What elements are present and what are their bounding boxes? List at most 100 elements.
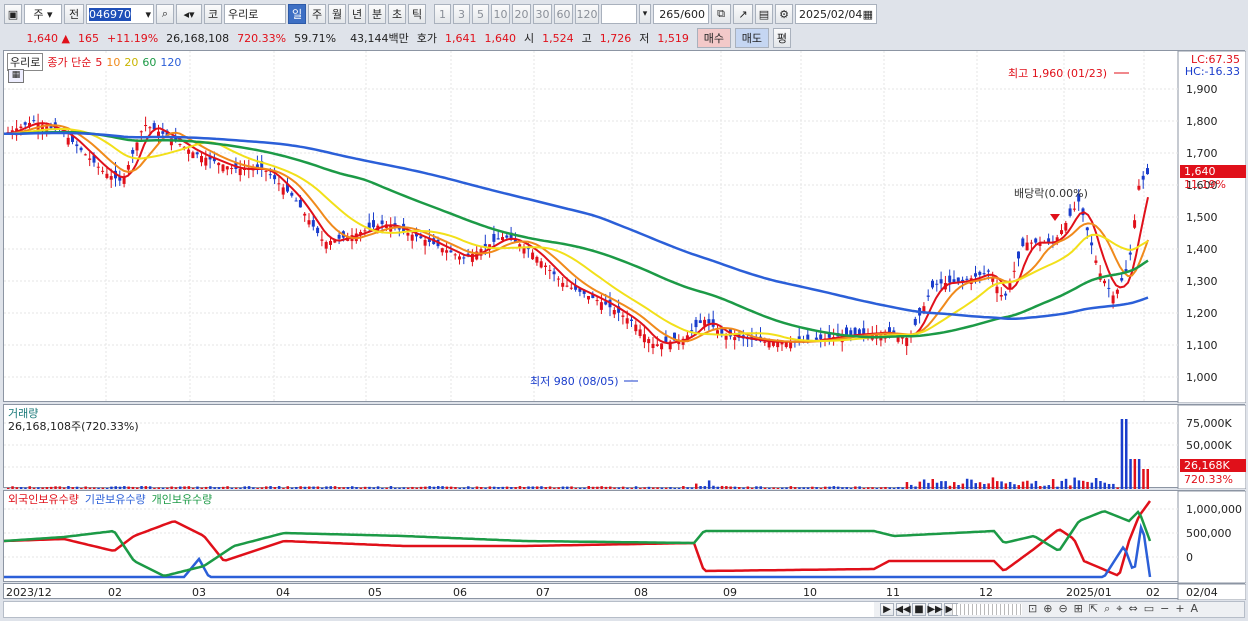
volume-bar bbox=[1030, 483, 1033, 489]
candle-body bbox=[544, 265, 547, 267]
volume-bar bbox=[759, 486, 762, 489]
market-select[interactable]: 주 ▾ bbox=[24, 4, 62, 24]
period-year-button[interactable]: 년 bbox=[348, 4, 366, 24]
institution-line bbox=[4, 522, 1152, 579]
quote-price: 1,640 ▲ bbox=[6, 32, 70, 45]
magnify-icon[interactable]: ⌕ bbox=[1104, 602, 1110, 616]
price-panel: 1,900 1,800 1,700 1,600 1,500 1,400 1,300 1,200… bbox=[3, 50, 1246, 403]
candle-body bbox=[410, 234, 414, 241]
jeon-button[interactable]: 전 bbox=[64, 4, 84, 24]
period-week-button[interactable]: 주 bbox=[308, 4, 326, 24]
volume-bar bbox=[1129, 459, 1132, 489]
volume-bar bbox=[1103, 482, 1106, 489]
volume-bar bbox=[385, 487, 388, 489]
candle-body bbox=[217, 162, 221, 166]
font-size-icon[interactable]: A bbox=[1191, 602, 1199, 616]
candle-body bbox=[144, 125, 148, 127]
candle-body bbox=[853, 327, 857, 335]
candle-body bbox=[1133, 220, 1137, 228]
zoom-slider[interactable] bbox=[952, 604, 1022, 615]
volume-bar bbox=[793, 487, 797, 489]
crosshair-icon[interactable]: ⌖ bbox=[1116, 602, 1122, 616]
interval-10-button[interactable]: 10 bbox=[491, 4, 510, 24]
volume-bar bbox=[183, 486, 186, 489]
draw-icon[interactable]: ↗ bbox=[733, 4, 753, 24]
interval-5-button[interactable]: 5 bbox=[472, 4, 489, 24]
table-icon[interactable]: ▦ bbox=[8, 69, 24, 83]
rewind-icon[interactable]: ◀◀ bbox=[895, 603, 911, 616]
interval-20-button[interactable]: 20 bbox=[512, 4, 531, 24]
ma5-line bbox=[4, 122, 1149, 345]
zoom-fit-icon[interactable]: ⊡ bbox=[1028, 602, 1037, 616]
search-icon[interactable]: ⌕ bbox=[156, 4, 174, 24]
period-tick-button[interactable]: 틱 bbox=[408, 4, 426, 24]
period-second-button[interactable]: 초 bbox=[388, 4, 406, 24]
period-day-button[interactable]: 일 bbox=[288, 4, 306, 24]
interval-60-button[interactable]: 60 bbox=[554, 4, 573, 24]
stock-name-field[interactable]: 우리로 bbox=[224, 4, 286, 24]
calendar-icon[interactable]: ▦ bbox=[863, 8, 873, 21]
volume-bar bbox=[1056, 486, 1059, 489]
code-input[interactable]: 046970 ▾ bbox=[86, 4, 154, 24]
interval-30-button[interactable]: 30 bbox=[533, 4, 552, 24]
interval-120-button[interactable]: 120 bbox=[575, 4, 599, 24]
minus-icon[interactable]: − bbox=[1160, 602, 1169, 616]
speaker-icon[interactable]: ◂▾ bbox=[176, 4, 202, 24]
candle-body bbox=[539, 261, 543, 268]
volume-bar bbox=[875, 487, 879, 489]
play-icon[interactable]: ▶ bbox=[880, 603, 894, 616]
plus-icon[interactable]: + bbox=[1175, 602, 1184, 616]
candle-body bbox=[372, 220, 375, 228]
save-icon[interactable]: ▤ bbox=[755, 4, 773, 24]
interval-3-button[interactable]: 3 bbox=[453, 4, 470, 24]
price-tick-label: 1,100 bbox=[1186, 339, 1218, 352]
open-label: 시 bbox=[524, 32, 535, 45]
count-input[interactable]: 265/600 bbox=[653, 4, 709, 24]
volume-bar bbox=[613, 487, 616, 489]
minimize-icon[interactable]: ▭ bbox=[1144, 602, 1154, 616]
volume-bar bbox=[983, 483, 986, 489]
volume-bar bbox=[845, 487, 848, 489]
volume-bar bbox=[11, 486, 14, 489]
volume-bar bbox=[1000, 481, 1003, 489]
sell-button[interactable]: 매도 bbox=[734, 28, 769, 48]
x-axis-label: 12 bbox=[979, 586, 993, 599]
zoom-in-icon[interactable]: ⊕ bbox=[1043, 602, 1052, 616]
volume-chart[interactable]: 75,000K50,000K25,000K26,168K720.33% bbox=[4, 405, 1246, 489]
volume-bar bbox=[531, 486, 535, 489]
volume-bar bbox=[54, 486, 57, 489]
volume-bar bbox=[1064, 478, 1068, 489]
scroll-track[interactable] bbox=[4, 602, 874, 617]
chevron-down-icon[interactable]: ▾ bbox=[639, 4, 651, 24]
ask-price: 1,641 bbox=[445, 31, 477, 45]
candle-body bbox=[83, 154, 87, 156]
volume-bar bbox=[888, 487, 891, 489]
date-input[interactable]: 2025/02/04 ▦ bbox=[795, 4, 877, 24]
volume-bar bbox=[1137, 459, 1141, 489]
period-month-button[interactable]: 월 bbox=[328, 4, 346, 24]
stop-icon[interactable]: ■ bbox=[912, 603, 926, 616]
arrows-icon[interactable]: ⇔ bbox=[1128, 602, 1137, 616]
candle-body bbox=[1111, 295, 1115, 304]
period-minute-button[interactable]: 분 bbox=[368, 4, 386, 24]
chart-scrollbar[interactable]: ▶ ◀◀ ■ ▶▶ ▶| ⊡ ⊕ ⊖ ⊞ ⇱ ⌕ ⌖ ⇔ ▭ − + A bbox=[3, 601, 1245, 618]
zoom-out-icon[interactable]: ⊖ bbox=[1058, 602, 1067, 616]
buy-button[interactable]: 매수 bbox=[696, 28, 731, 48]
x-axis-label: 09 bbox=[723, 586, 737, 599]
eval-button[interactable]: 평 bbox=[772, 28, 791, 48]
x-axis-current-date: 02/04 bbox=[1186, 586, 1218, 599]
gear-icon[interactable]: ⚙ bbox=[775, 4, 793, 24]
candle-body bbox=[905, 338, 909, 346]
pan-icon[interactable]: ⇱ bbox=[1089, 602, 1098, 616]
chart-tools-icon[interactable]: ⧉ bbox=[711, 4, 731, 24]
volume-bar bbox=[914, 486, 917, 489]
interval-1-button[interactable]: 1 bbox=[434, 4, 451, 24]
price-chart[interactable]: 1,9001,8001,7001,6001,5001,4001,3001,200… bbox=[4, 51, 1246, 403]
window-icon[interactable]: ▣ bbox=[4, 4, 22, 24]
volume-bar bbox=[127, 486, 130, 489]
candle-body bbox=[101, 170, 105, 172]
grid-icon[interactable]: ⊞ bbox=[1074, 602, 1083, 616]
candle-body bbox=[32, 120, 36, 122]
custom-interval-input[interactable] bbox=[601, 4, 637, 24]
forward-icon[interactable]: ▶▶ bbox=[927, 603, 943, 616]
